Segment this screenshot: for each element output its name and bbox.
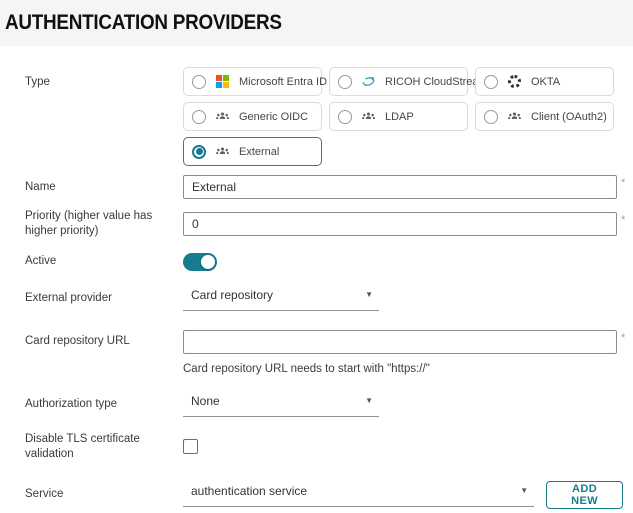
chevron-down-icon: ▼: [520, 484, 528, 495]
external-provider-row: External provider Card repository ▼: [25, 286, 623, 311]
authentication-provider-form: Type Microsoft Entra ID RICOH CloudStrea…: [0, 46, 633, 509]
page-title: AUTHENTICATION PROVIDERS: [5, 11, 282, 35]
type-option-okta[interactable]: OKTA: [475, 67, 614, 96]
disable-tls-label: Disable TLS certificate validation: [25, 432, 183, 462]
type-option-microsoft-entra-id[interactable]: Microsoft Entra ID: [183, 67, 322, 96]
chevron-down-icon: ▼: [365, 394, 373, 405]
type-option-label: LDAP: [385, 111, 414, 123]
radio-icon-checked[interactable]: [192, 145, 206, 159]
radio-icon[interactable]: [192, 110, 206, 124]
card-repository-url-helper: Card repository URL needs to start with …: [183, 363, 623, 375]
active-toggle[interactable]: [183, 253, 217, 271]
priority-row: Priority (higher value has higher priori…: [25, 209, 623, 239]
okta-logo-icon: [507, 74, 522, 89]
page-header: AUTHENTICATION PROVIDERS: [0, 0, 633, 46]
type-option-label: Microsoft Entra ID: [239, 76, 327, 88]
type-option-label: External: [239, 146, 279, 158]
type-option-client-oauth2[interactable]: Client (OAuth2): [475, 102, 614, 131]
card-repository-url-label: Card repository URL: [25, 334, 183, 349]
required-asterisk: *: [621, 212, 625, 226]
radio-icon[interactable]: [338, 110, 352, 124]
type-option-label: OKTA: [531, 76, 560, 88]
name-label: Name: [25, 180, 183, 195]
authorization-type-value: None: [191, 394, 220, 408]
type-option-external[interactable]: External: [183, 137, 322, 166]
authorization-type-row: Authorization type None ▼: [25, 392, 623, 417]
group-icon: [507, 109, 522, 124]
active-row: Active: [25, 253, 623, 271]
type-option-label: Generic OIDC: [239, 111, 308, 123]
type-row: Type Microsoft Entra ID RICOH CloudStrea…: [25, 67, 623, 166]
type-option-ricoh-cloudstream[interactable]: RICOH CloudStream: [329, 67, 468, 96]
name-input[interactable]: [183, 175, 617, 199]
card-repository-url-input[interactable]: [183, 330, 617, 354]
priority-label: Priority (higher value has higher priori…: [25, 209, 183, 239]
radio-icon[interactable]: [484, 110, 498, 124]
chevron-down-icon: ▼: [365, 288, 373, 299]
add-new-button[interactable]: ADD NEW: [546, 481, 623, 509]
type-options: Microsoft Entra ID RICOH CloudStream OKT…: [183, 67, 619, 166]
service-row: Service authentication service ▼ ADD NEW: [25, 481, 623, 509]
authorization-type-select[interactable]: None ▼: [183, 392, 379, 417]
required-asterisk: *: [621, 330, 625, 344]
priority-input[interactable]: [183, 212, 617, 236]
type-option-label: RICOH CloudStream: [385, 76, 488, 88]
group-icon: [361, 109, 376, 124]
group-icon: [215, 144, 230, 159]
disable-tls-checkbox[interactable]: [183, 439, 198, 454]
service-select[interactable]: authentication service ▼: [183, 482, 534, 507]
radio-icon[interactable]: [338, 75, 352, 89]
external-provider-value: Card repository: [191, 288, 273, 302]
service-label: Service: [25, 487, 183, 502]
radio-icon[interactable]: [192, 75, 206, 89]
required-asterisk: *: [621, 175, 625, 189]
external-provider-select[interactable]: Card repository ▼: [183, 286, 379, 311]
name-row: Name *: [25, 175, 623, 199]
service-value: authentication service: [191, 484, 307, 498]
type-option-ldap[interactable]: LDAP: [329, 102, 468, 131]
group-icon: [215, 109, 230, 124]
external-provider-label: External provider: [25, 291, 183, 306]
type-label: Type: [25, 67, 183, 90]
radio-icon[interactable]: [484, 75, 498, 89]
type-option-generic-oidc[interactable]: Generic OIDC: [183, 102, 322, 131]
type-option-label: Client (OAuth2): [531, 111, 607, 123]
authorization-type-label: Authorization type: [25, 397, 183, 412]
microsoft-logo-icon: [215, 74, 230, 89]
disable-tls-row: Disable TLS certificate validation: [25, 432, 623, 462]
card-repository-url-row: Card repository URL *: [25, 330, 623, 354]
ricoh-cloudstream-logo-icon: [361, 74, 376, 89]
active-label: Active: [25, 254, 183, 269]
